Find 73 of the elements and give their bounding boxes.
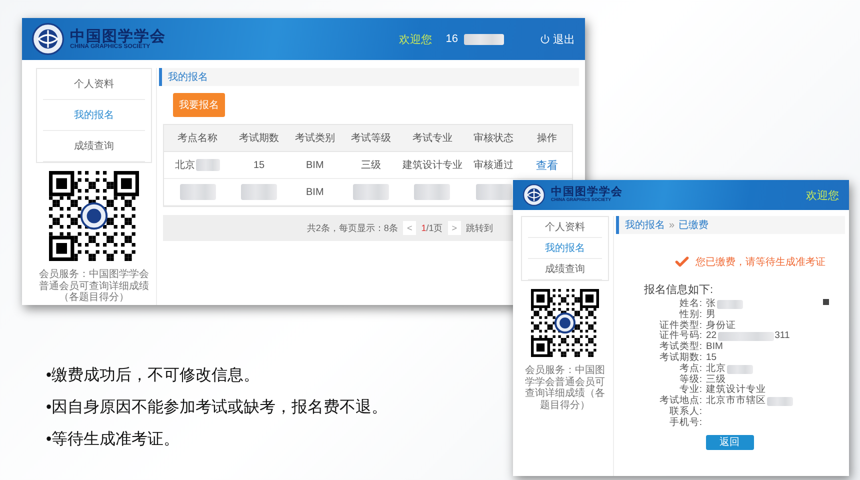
field-label: 考试期数:: [658, 352, 702, 363]
register-button[interactable]: 我要报名: [173, 93, 225, 117]
field-value: BIM: [706, 342, 723, 353]
breadcrumb-separator: »: [669, 220, 675, 230]
cell-text: 建筑设计专业: [402, 158, 462, 172]
view-link[interactable]: 查看: [536, 158, 558, 172]
sidebar-item[interactable]: 个人资料: [43, 69, 145, 100]
qr-caption: 会员服务：中国图学学会普通会员可查询详细成绩（各题目得分）: [524, 365, 606, 411]
breadcrumb-link[interactable]: 已缴费: [678, 218, 709, 232]
sidebar-item[interactable]: 我的报名: [528, 238, 602, 259]
column-header: 考试等级: [342, 125, 399, 152]
cell-text: 审核通过: [474, 158, 514, 172]
sidebar-item[interactable]: 我的报名: [43, 100, 145, 131]
breadcrumb-link[interactable]: 我的报名: [625, 218, 665, 232]
field-value: 建筑设计专业: [706, 385, 766, 396]
column-header: 考试专业: [398, 125, 466, 152]
logout-button[interactable]: 退出: [540, 32, 575, 46]
field-label: 专业:: [679, 385, 702, 396]
field-label: 考试类型:: [658, 342, 702, 352]
logo-title: 中国图学学会: [70, 28, 166, 44]
qr-caption: 会员服务：中国图学学会普通会员可查询详细成绩（各题目得分）: [38, 269, 150, 304]
cell-text: BIM: [306, 186, 324, 198]
user-name: 16: [446, 33, 458, 45]
pagination-summary: 共2条，每页显示：8条: [306, 222, 398, 234]
breadcrumb-link[interactable]: 我的报名: [168, 70, 208, 84]
column-header: 考试期数: [231, 125, 287, 152]
bullet-text: •等待生成准考证。: [46, 430, 181, 450]
cell-text: 15: [253, 160, 265, 170]
field-value: 22: [706, 331, 717, 342]
power-icon: [540, 34, 550, 44]
back-button[interactable]: 返回: [706, 434, 754, 450]
field-value: 北京市市辖区: [706, 396, 766, 407]
field-label: 等级:: [678, 374, 702, 385]
qr-code-drawing: [531, 289, 599, 357]
field-value: 身份证: [706, 320, 736, 331]
field-label: 证件类型:: [658, 320, 702, 331]
field-label: 考点:: [678, 364, 702, 374]
square-icon: [823, 299, 829, 305]
page-indicator: 1/1页: [421, 222, 443, 234]
field-value: 311: [774, 331, 790, 342]
cell-text: BIM: [306, 160, 324, 170]
sidebar-item[interactable]: 成绩查询: [43, 131, 145, 162]
field-label: 手机号:: [668, 418, 702, 429]
previous-page-button[interactable]: <: [402, 221, 416, 235]
field-value: 张: [706, 299, 716, 310]
bullet-text: •因自身原因不能参加考试或缺考，报名费不退。: [46, 398, 388, 418]
field-value: 15: [706, 352, 717, 363]
field-label: 考试地点:: [658, 396, 702, 406]
payment-status: 您已缴费，请等待生成准考证: [696, 256, 826, 269]
logo-title: 中国图学学会: [551, 187, 623, 198]
field-label: 性别:: [678, 310, 702, 320]
welcome-text: 欢迎您: [398, 32, 432, 46]
field-label: 姓名:: [678, 299, 702, 309]
welcome-text: 欢迎您: [806, 188, 839, 202]
sidebar-item[interactable]: 个人资料: [528, 217, 602, 238]
field-label: 联系人:: [668, 406, 702, 417]
column-header: 考点名称: [164, 125, 232, 152]
cell-text: 北京: [175, 158, 196, 172]
column-header: 操作: [522, 125, 572, 152]
cell-text: 三级: [360, 159, 381, 172]
society-logo-icon: [32, 23, 64, 55]
sidebar-item[interactable]: 成绩查询: [528, 259, 602, 280]
field-value: 北京: [706, 364, 726, 374]
jump-to-label: 跳转到: [466, 222, 493, 234]
field-label: 证件号码:: [658, 331, 702, 342]
bullet-text: •缴费成功后，不可修改信息。: [46, 366, 261, 386]
info-title: 报名信息如下:: [644, 283, 714, 297]
field-value: 男: [706, 310, 716, 320]
field-value: 三级: [706, 374, 726, 385]
column-header: 考试类别: [286, 125, 343, 152]
column-header: 审核状态: [466, 125, 522, 152]
society-logo-icon: [523, 184, 545, 206]
next-page-button[interactable]: >: [448, 221, 461, 235]
